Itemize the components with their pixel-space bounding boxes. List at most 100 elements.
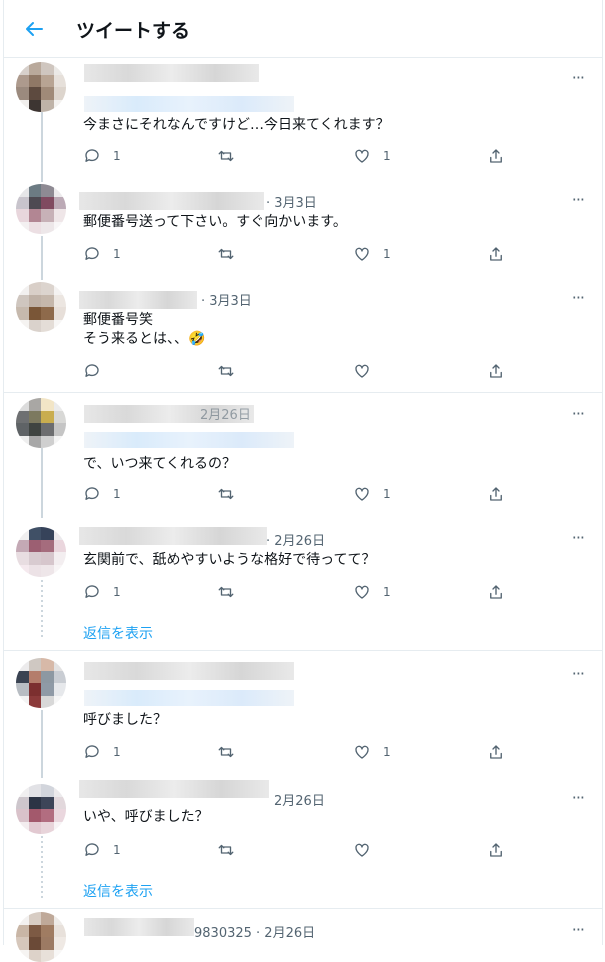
retweet-button[interactable] [217,741,235,763]
more-icon[interactable]: ··· [572,528,585,547]
tweet-timestamp[interactable]: 2月26日 [274,790,325,809]
tweet-timestamp[interactable]: 2月26日 [200,404,251,423]
author-name-blurred[interactable] [84,662,294,680]
share-button[interactable] [487,839,505,861]
tweet-actions [83,360,513,382]
avatar[interactable] [16,658,66,708]
tweet-actions: 1 [83,839,513,861]
reply-icon [85,745,99,758]
share-button[interactable] [487,741,505,763]
like-button[interactable] [353,360,371,382]
tweet-text: 今まさにそれなんですけど…今日来てくれます？ [83,117,390,133]
author-name-blurred[interactable] [79,527,267,545]
share-icon [490,585,502,599]
reply-count: 1 [113,487,121,501]
tweet-timestamp[interactable]: 9830325 · 2月26日 [194,922,315,941]
avatar[interactable] [16,912,66,962]
like-count: 1 [383,745,391,759]
retweet-button[interactable] [217,243,235,265]
share-button[interactable] [487,243,505,265]
author-name-blurred[interactable] [84,64,259,82]
avatar[interactable] [16,527,66,577]
heart-icon [355,149,369,163]
retweet-button[interactable] [217,839,235,861]
author-name-blurred[interactable] [84,918,194,936]
tweet-text: 郵便番号笑 そう来るとは、、🤣 [83,312,206,347]
tweet-actions: 1 1 [83,581,513,603]
author-handle-blurred [84,96,294,112]
reply-count: 1 [113,745,121,759]
share-button[interactable] [487,360,505,382]
retweet-icon [218,365,234,377]
retweet-button[interactable] [217,581,235,603]
more-icon[interactable]: ··· [572,404,585,423]
like-count: 1 [383,149,391,163]
show-replies-link[interactable]: 返信を表示 [83,881,153,901]
reply-icon [85,843,99,856]
share-button[interactable] [487,581,505,603]
like-button[interactable] [353,839,371,861]
timeline-frame: ツイートする ··· 今まさにそれなんですけど…今日来てくれます？ 1 1 · … [3,0,603,962]
author-name-blurred[interactable] [79,291,197,309]
reply-button[interactable]: 1 [83,145,121,167]
like-button[interactable]: 1 [353,741,391,763]
like-button[interactable]: 1 [353,483,391,505]
share-icon [490,247,502,261]
arrow-left-icon[interactable] [22,17,46,41]
heart-icon [355,843,369,857]
retweet-button[interactable] [217,360,235,382]
share-button[interactable] [487,145,505,167]
tweet-text: で、いつ来てくれるの？ [83,456,237,472]
tweet-text: いや、呼びました？ [83,809,209,825]
more-icon[interactable]: ··· [572,788,585,807]
author-name-blurred[interactable] [79,780,269,798]
retweet-button[interactable] [217,483,235,505]
tweet-timestamp[interactable]: · 3月3日 [266,192,317,211]
like-count: 1 [383,247,391,261]
reply-count: 1 [113,843,121,857]
more-icon[interactable]: ··· [572,288,585,307]
show-replies-link[interactable]: 返信を表示 [83,623,153,643]
retweet-button[interactable] [217,145,235,167]
share-icon [490,843,502,857]
more-icon[interactable]: ··· [572,68,585,87]
like-button[interactable]: 1 [353,243,391,265]
heart-icon [355,364,369,378]
heart-icon [355,247,369,261]
author-handle-blurred [84,690,294,706]
like-count: 1 [383,487,391,501]
tweet-actions: 1 1 [83,741,513,763]
avatar[interactable] [16,398,66,448]
like-button[interactable]: 1 [353,145,391,167]
reply-button[interactable]: 1 [83,839,121,861]
reply-button[interactable]: 1 [83,483,121,505]
share-icon [490,364,502,378]
more-icon[interactable]: ··· [572,920,585,939]
avatar[interactable] [16,62,66,112]
share-icon [490,745,502,759]
avatar[interactable] [16,784,66,834]
reply-button[interactable] [83,360,101,382]
avatar[interactable] [16,282,66,332]
author-name-blurred[interactable] [79,192,264,210]
reply-count: 1 [113,149,121,163]
share-button[interactable] [487,483,505,505]
reply-icon [85,585,99,598]
reply-button[interactable]: 1 [83,243,121,265]
tweet-text: 呼びました？ [83,712,167,728]
reply-button[interactable]: 1 [83,581,121,603]
retweet-icon [218,844,234,856]
more-icon[interactable]: ··· [572,664,585,683]
tweet-timestamp[interactable]: · 2月26日 [266,530,325,549]
tweet-timestamp[interactable]: · 3月3日 [201,290,252,309]
like-button[interactable]: 1 [353,581,391,603]
tweet-text: 郵便番号送って下さい。すぐ向かいます。 [83,214,347,230]
more-icon[interactable]: ··· [572,190,585,209]
thread-line-dotted [41,580,43,640]
reply-button[interactable]: 1 [83,741,121,763]
retweet-icon [218,150,234,162]
reply-count: 1 [113,585,121,599]
avatar[interactable] [16,184,66,234]
retweet-icon [218,488,234,500]
heart-icon [355,585,369,599]
